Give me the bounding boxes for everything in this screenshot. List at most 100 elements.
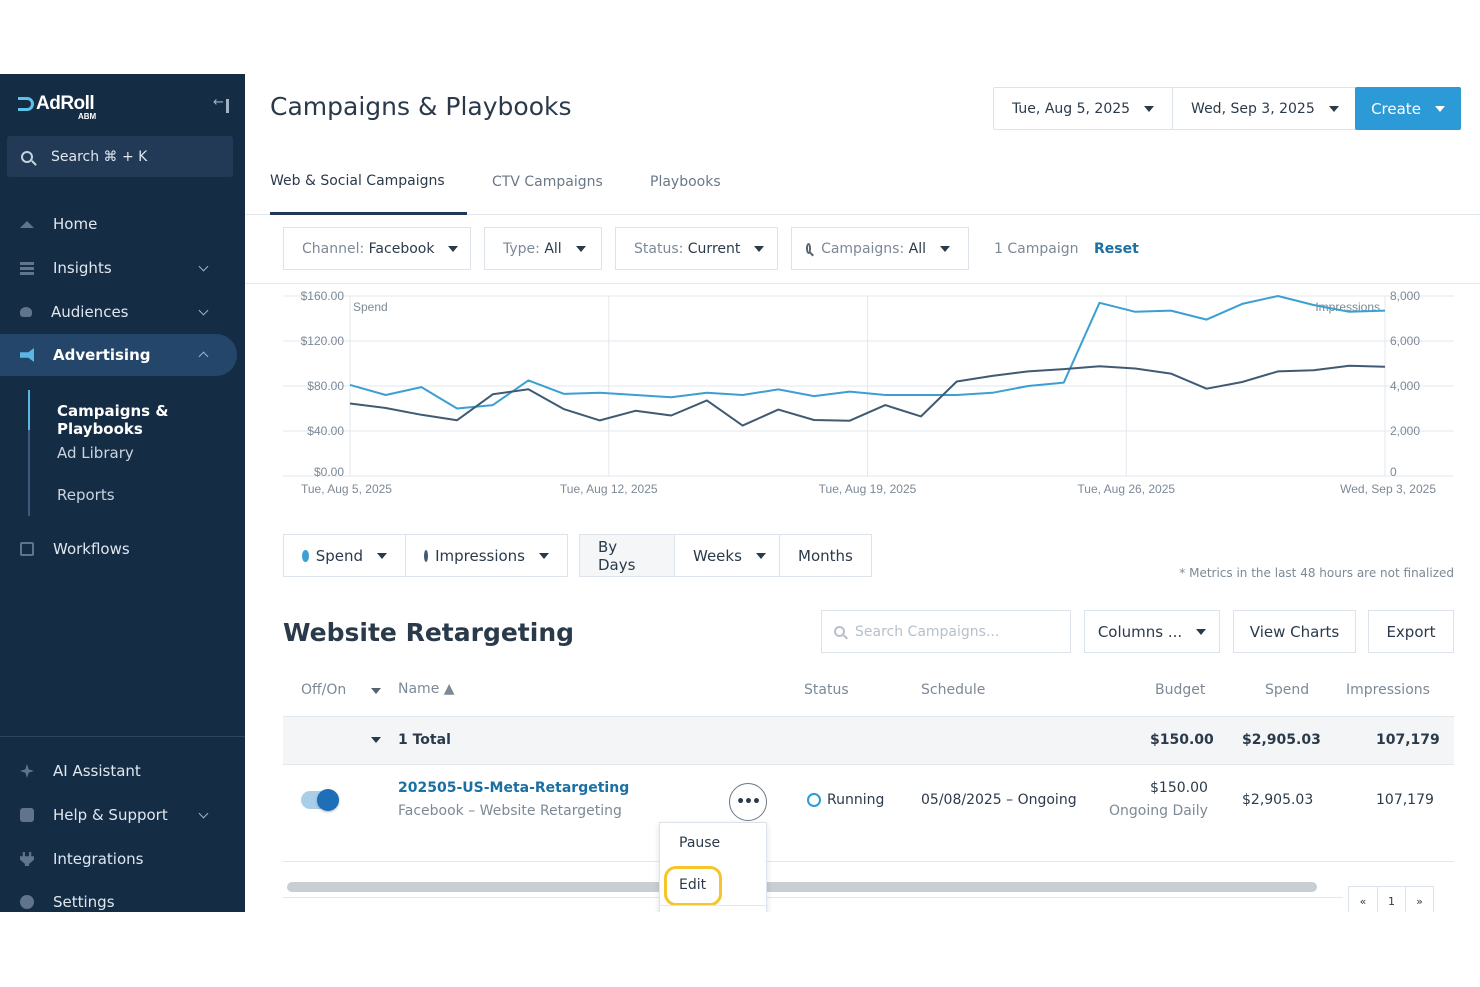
caret-down-icon bbox=[1196, 628, 1207, 635]
y-left-tick-label: $120.00 bbox=[301, 334, 345, 348]
x-tick-label: Tue, Aug 5, 2025 bbox=[301, 482, 392, 496]
sidebar-search[interactable]: Search ⌘ + K bbox=[7, 136, 233, 177]
type-filter[interactable]: Type: All bbox=[484, 227, 602, 270]
sidebar-item-label: Integrations bbox=[53, 850, 144, 868]
sidebar-subitem-reports[interactable]: Reports bbox=[57, 486, 115, 504]
tab-bar: Web & Social Campaigns CTV Campaigns Pla… bbox=[245, 150, 1480, 215]
filter-value: All bbox=[908, 240, 926, 257]
total-budget: $150.00 bbox=[1150, 732, 1214, 748]
campaign-search-input[interactable] bbox=[855, 623, 1065, 640]
total-spend: $2,905.03 bbox=[1242, 732, 1321, 748]
sidebar-subitem-campaigns-playbooks[interactable]: Campaigns & Playbooks bbox=[57, 402, 245, 438]
view-charts-label: View Charts bbox=[1249, 622, 1340, 641]
start-date-button[interactable]: Tue, Aug 5, 2025 bbox=[994, 88, 1172, 129]
prev-page-button[interactable]: « bbox=[1349, 887, 1377, 912]
columns-label: Columns ... bbox=[1097, 622, 1183, 641]
caret-down-icon bbox=[539, 552, 549, 559]
sidebar-item-help-support[interactable]: Help & Support bbox=[0, 794, 237, 836]
column-header-offon: Off/On bbox=[301, 682, 347, 698]
caret-down-icon bbox=[575, 245, 586, 252]
more-actions-button[interactable]: ••• bbox=[729, 783, 767, 821]
sidebar-subitem-ad-library[interactable]: Ad Library bbox=[57, 444, 134, 462]
caret-down-icon bbox=[1144, 105, 1155, 112]
impressions-dot bbox=[424, 549, 429, 562]
spend-metric-button[interactable]: Spend bbox=[284, 535, 405, 576]
campaigns-filter[interactable]: Campaigns: All bbox=[791, 227, 969, 270]
channel-filter[interactable]: Channel: Facebook bbox=[283, 227, 471, 270]
export-button[interactable]: Export bbox=[1368, 610, 1454, 653]
y-right-tick-label: 0 bbox=[1390, 465, 1397, 479]
column-header-impressions[interactable]: Impressions bbox=[1346, 682, 1430, 698]
filter-value: Facebook bbox=[368, 240, 435, 257]
sidebar-item-advertising[interactable]: Advertising bbox=[0, 334, 237, 376]
chevron-up-icon bbox=[198, 351, 209, 362]
next-page-button[interactable]: » bbox=[1405, 887, 1433, 912]
by-days-button[interactable]: By Days bbox=[580, 535, 674, 576]
menu-item-pause[interactable]: Pause bbox=[679, 835, 720, 851]
impressions-metric-button[interactable]: Impressions bbox=[405, 535, 567, 576]
view-charts-button[interactable]: View Charts bbox=[1233, 610, 1356, 653]
menu-item-edit[interactable]: Edit bbox=[679, 877, 706, 893]
chevron-down-icon bbox=[198, 305, 209, 316]
campaign-count: 1 Campaign bbox=[994, 241, 1079, 257]
columns-button[interactable]: Columns ... bbox=[1084, 610, 1220, 653]
home-icon bbox=[20, 220, 34, 228]
chevron-down-icon bbox=[198, 808, 209, 819]
y-right-tick-label: 2,000 bbox=[1390, 424, 1420, 438]
tab-web-social-campaigns[interactable]: Web & Social Campaigns bbox=[270, 150, 467, 215]
campaign-impressions: 107,179 bbox=[1376, 792, 1434, 808]
logo-text: AdRoll bbox=[36, 93, 95, 114]
sidebar-item-label: AI Assistant bbox=[53, 762, 141, 780]
tab-playbooks[interactable]: Playbooks bbox=[650, 150, 721, 214]
caret-down-icon[interactable] bbox=[371, 688, 381, 694]
adroll-logo[interactable]: AdRoll bbox=[18, 93, 95, 114]
sidebar-item-insights[interactable]: Insights bbox=[0, 247, 237, 289]
campaign-subtitle: Facebook – Website Retargeting bbox=[398, 803, 622, 819]
campaign-name-link[interactable]: 202505-US-Meta-Retargeting bbox=[398, 780, 629, 796]
people-icon bbox=[20, 307, 32, 317]
row-actions-menu: Pause Edit bbox=[659, 822, 768, 912]
page-number-button[interactable]: 1 bbox=[1377, 887, 1405, 912]
caret-down-icon bbox=[377, 552, 387, 559]
megaphone-icon bbox=[20, 348, 34, 362]
period-label: Months bbox=[798, 546, 853, 565]
filter-value: All bbox=[544, 240, 562, 257]
caret-down-icon bbox=[448, 245, 459, 252]
end-date-button[interactable]: Wed, Sep 3, 2025 bbox=[1172, 88, 1357, 129]
months-button[interactable]: Months bbox=[779, 535, 871, 576]
horizontal-scrollbar[interactable] bbox=[287, 882, 1317, 892]
sidebar-item-integrations[interactable]: Integrations bbox=[0, 838, 237, 880]
section-title: Website Retargeting bbox=[283, 618, 575, 647]
column-header-status[interactable]: Status bbox=[804, 682, 849, 698]
scroll-track bbox=[283, 897, 1343, 898]
metric-label: Impressions bbox=[435, 546, 525, 565]
pagination: « 1 » bbox=[1348, 886, 1434, 912]
sidebar-item-ai-assistant[interactable]: AI Assistant bbox=[0, 750, 237, 792]
caret-down-icon[interactable] bbox=[371, 737, 381, 743]
tab-ctv-campaigns[interactable]: CTV Campaigns bbox=[492, 150, 603, 214]
y-left-axis-label: Spend bbox=[353, 300, 388, 314]
caret-down-icon bbox=[940, 245, 950, 252]
column-header-budget[interactable]: Budget bbox=[1155, 682, 1205, 698]
campaign-budget: $150.00 bbox=[1150, 780, 1208, 796]
campaign-toggle[interactable] bbox=[301, 789, 339, 811]
sidebar-item-settings[interactable]: Settings bbox=[0, 881, 237, 912]
collapse-sidebar-icon[interactable] bbox=[213, 95, 231, 114]
row-divider bbox=[283, 861, 1454, 862]
total-row: 1 Total $150.00 $2,905.03 107,179 bbox=[283, 716, 1454, 765]
sidebar-item-workflows[interactable]: Workflows bbox=[0, 528, 237, 570]
main-content: Campaigns & Playbooks Tue, Aug 5, 2025 W… bbox=[245, 74, 1480, 912]
reset-filters-link[interactable]: Reset bbox=[1094, 241, 1139, 257]
campaign-schedule: 05/08/2025 – Ongoing bbox=[921, 792, 1077, 808]
weeks-button[interactable]: Weeks bbox=[674, 535, 779, 576]
column-header-spend[interactable]: Spend bbox=[1265, 682, 1309, 698]
sidebar-item-label: Workflows bbox=[53, 540, 130, 558]
column-header-name[interactable]: Name ▲ bbox=[398, 681, 455, 697]
column-header-schedule[interactable]: Schedule bbox=[921, 682, 985, 698]
sidebar-item-home[interactable]: Home bbox=[0, 203, 237, 245]
status-filter[interactable]: Status: Current bbox=[615, 227, 778, 270]
create-button[interactable]: Create bbox=[1355, 87, 1461, 130]
search-icon bbox=[21, 150, 33, 163]
y-right-tick-label: 8,000 bbox=[1390, 289, 1420, 303]
sidebar-item-audiences[interactable]: Audiences bbox=[0, 291, 237, 333]
